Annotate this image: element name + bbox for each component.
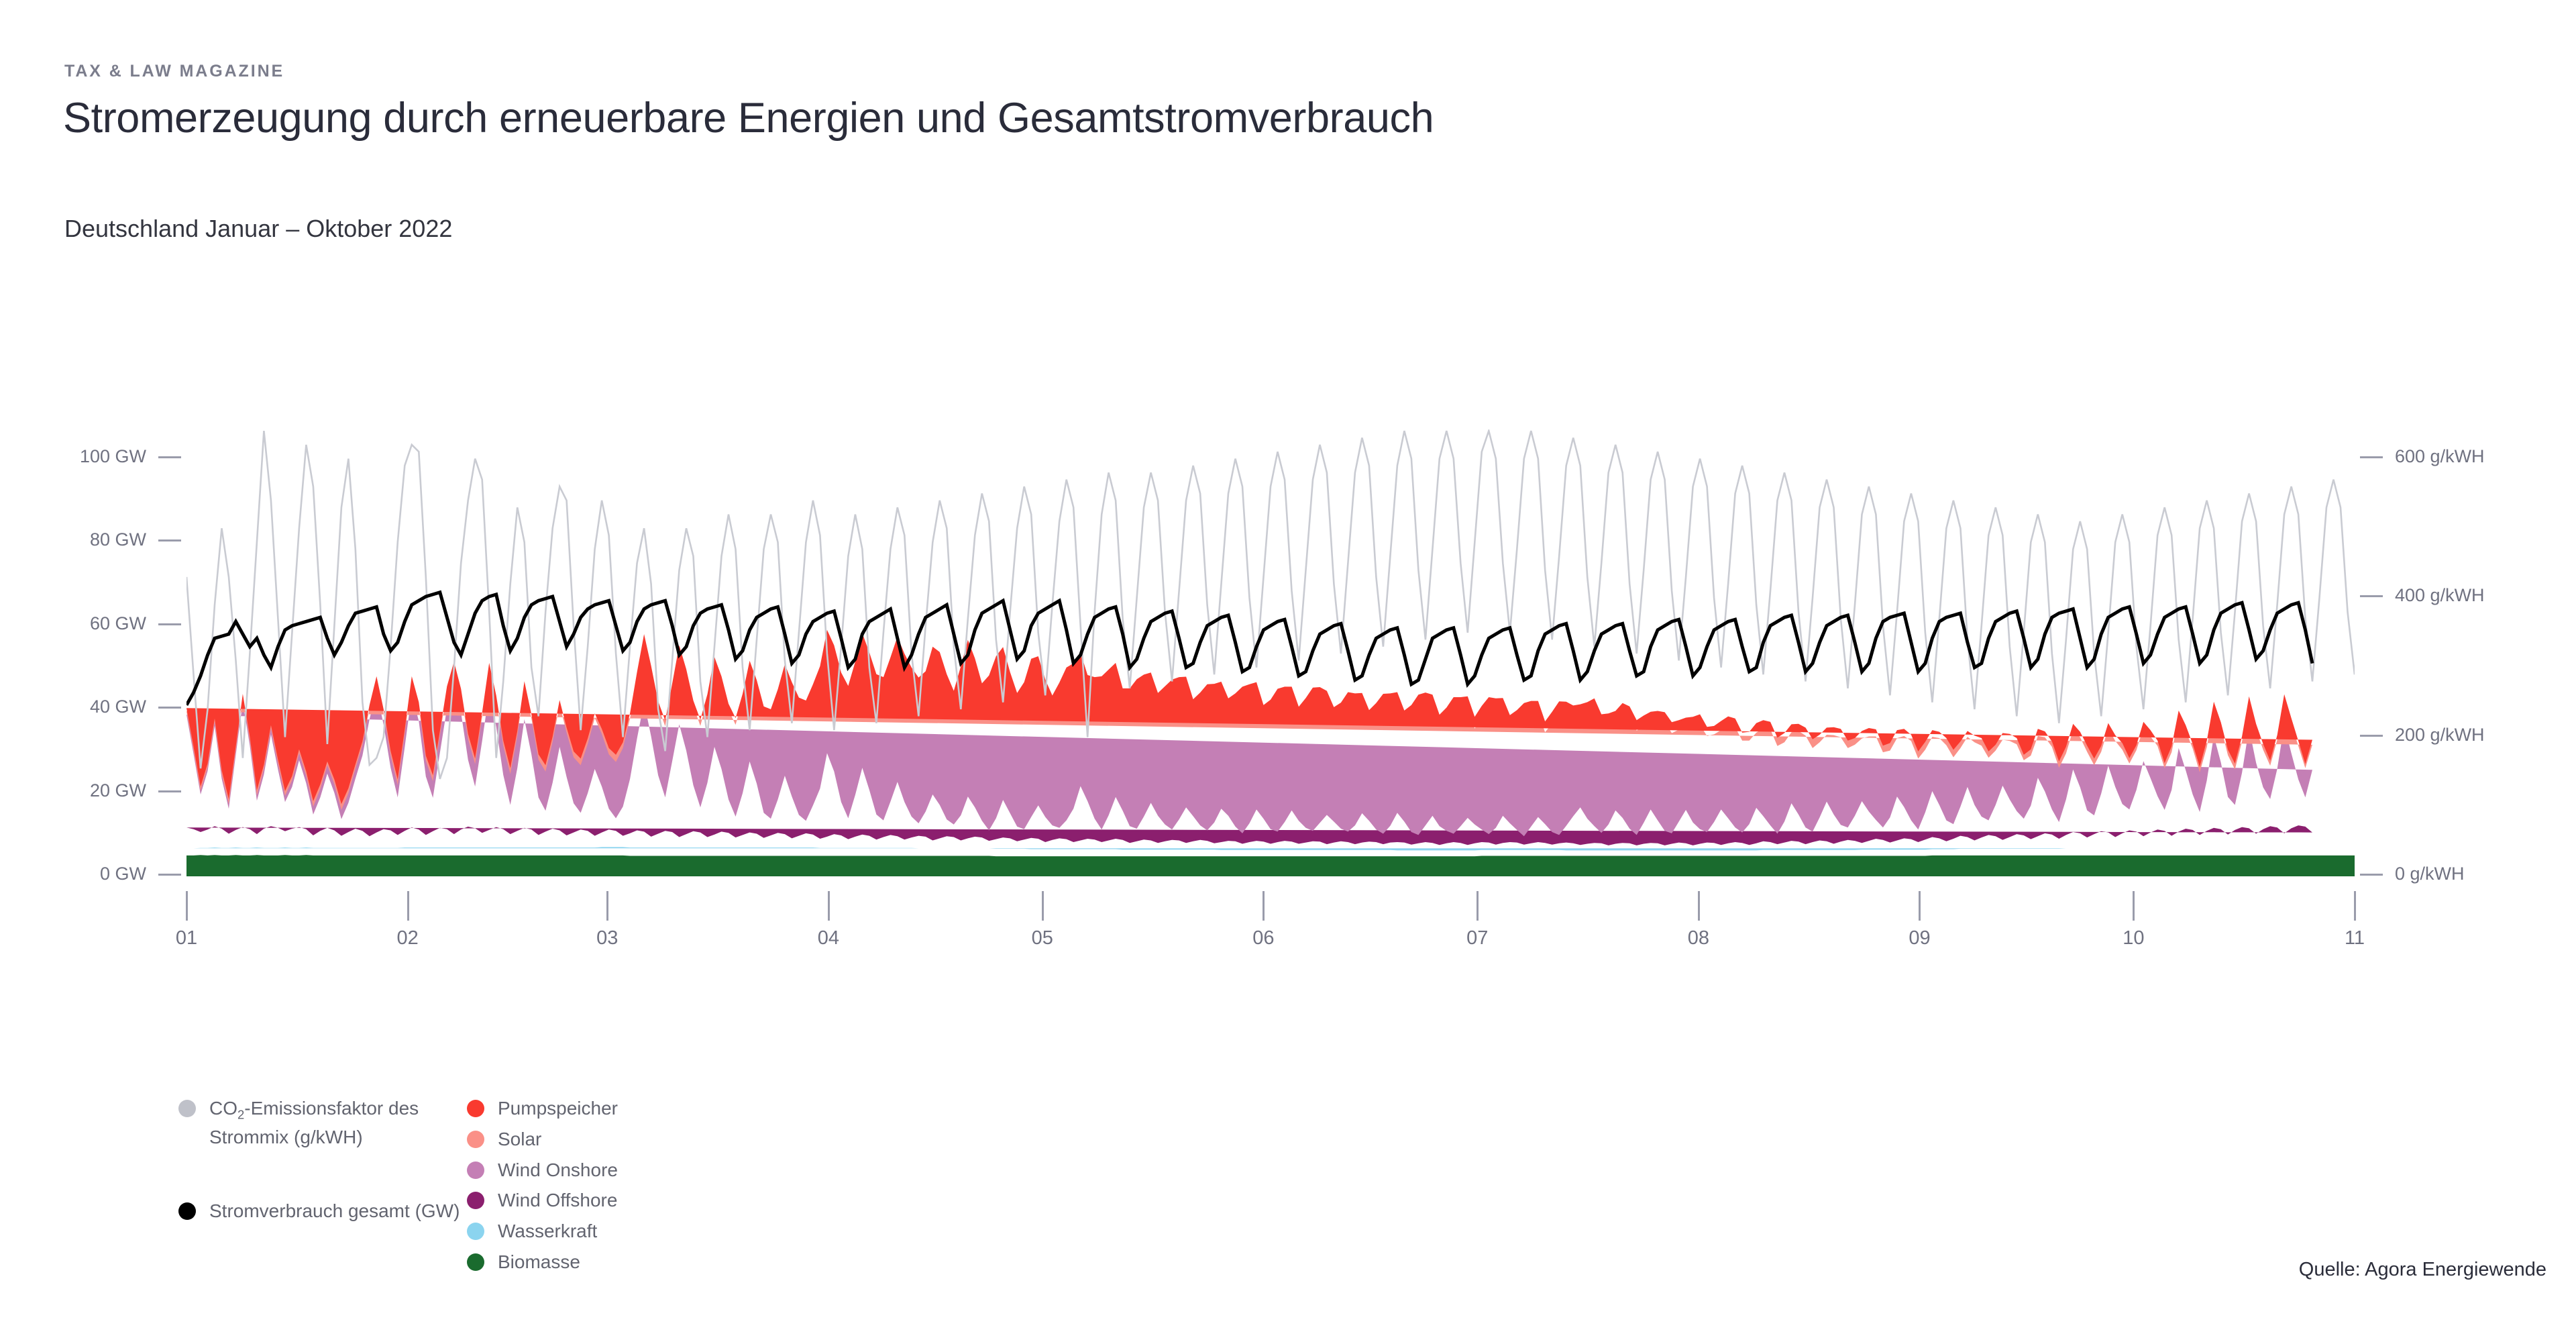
legend-label-biomasse: Biomasse (498, 1251, 580, 1272)
right-axis-tick: 600 g/kWH (2360, 446, 2485, 467)
x-axis-tick-label: 02 (396, 927, 419, 949)
legend-label-wasserkraft: Wasserkraft (498, 1221, 598, 1241)
area-wasserkraft (186, 847, 2334, 851)
left-axis-tick: 40 GW (0, 696, 181, 717)
left-axis-tick: 0 GW (0, 864, 181, 884)
legend-label-solar: Solar (498, 1128, 542, 1149)
x-axis-tick-label: 01 (175, 927, 198, 949)
tick-dash (2360, 874, 2383, 876)
legend-label-wind_onshore: Wind Onshore (498, 1159, 618, 1180)
x-axis-tick-label: 03 (596, 927, 619, 949)
left-axis-tick: 80 GW (0, 529, 181, 550)
left-axis-tick: 60 GW (0, 613, 181, 634)
x-axis-tick-mark (186, 891, 188, 921)
legend-column-lines: CO2-Emissionsfaktor des Strommix (g/kWH)… (178, 1095, 460, 1228)
right-axis-tick-label: 200 g/kWH (2395, 724, 2485, 745)
tick-dash (158, 874, 181, 876)
x-axis-tick-mark (2133, 891, 2135, 921)
tick-dash (2360, 595, 2383, 598)
right-axis-tick: 200 g/kWH (2360, 725, 2485, 745)
x-axis-tick-label: 10 (2123, 927, 2145, 949)
x-axis-tick-label: 06 (1252, 927, 1275, 949)
tick-dash (158, 790, 181, 792)
legend-swatch-solar-icon (467, 1130, 484, 1148)
right-axis-tick: 0 g/kWH (2360, 864, 2465, 884)
tick-dash (158, 623, 181, 625)
left-axis-tick-label: 0 GW (99, 864, 146, 884)
legend-column-areas: Pumpspeicher Solar Wind Onshore Wind Offsho… (467, 1095, 843, 1280)
tick-dash (158, 539, 181, 542)
x-axis-tick-mark (407, 891, 409, 921)
x-axis-tick-mark (1919, 891, 1921, 921)
x-axis-tick-mark (827, 891, 830, 921)
left-axis-tick-label: 80 GW (89, 529, 146, 550)
legend-item-verbrauch[interactable]: Stromverbrauch gesamt (GW) (178, 1198, 460, 1225)
legend-swatch-co2-icon (178, 1100, 196, 1117)
x-axis-tick-label: 11 (2344, 927, 2365, 949)
x-axis-tick-mark (1697, 891, 1700, 921)
legend-swatch-wind_onshore-icon (467, 1161, 484, 1179)
legend-swatch-wind_offshore-icon (467, 1192, 484, 1210)
legend-item-wind_onshore[interactable]: Wind Onshore (467, 1157, 843, 1184)
left-axis-tick: 100 GW (0, 446, 181, 467)
x-axis-tick-mark (1263, 891, 1265, 921)
magazine-kicker: TAX & LAW MAGAZINE (64, 62, 285, 81)
tick-dash (158, 456, 181, 458)
legend-label-wind_offshore: Wind Offshore (498, 1190, 618, 1211)
x-axis-tick-label: 08 (1687, 927, 1710, 949)
x-axis-tick-label: 05 (1031, 927, 1053, 949)
page-title: Stromerzeugung durch erneuerbare Energie… (63, 95, 1434, 142)
legend-swatch-wasserkraft-icon (467, 1223, 484, 1240)
legend-swatch-biomasse-icon (467, 1253, 484, 1271)
x-axis-tick-label: 09 (1909, 927, 1931, 949)
x-axis-tick-mark (1041, 891, 1044, 921)
area-wind_offshore (186, 825, 2312, 845)
left-axis-tick-label: 20 GW (89, 780, 146, 801)
tick-dash (2360, 456, 2383, 458)
source-attribution: Quelle: Agora Energiewende (2298, 1259, 2546, 1280)
legend-item-co2[interactable]: CO2-Emissionsfaktor des Strommix (g/kWH) (178, 1095, 460, 1151)
tick-dash (2360, 734, 2383, 737)
right-axis-tick-label: 600 g/kWH (2395, 446, 2485, 466)
legend-item-solar[interactable]: Solar (467, 1126, 843, 1153)
tick-dash (158, 707, 181, 709)
x-axis-tick-label: 07 (1466, 927, 1489, 949)
left-axis-tick-label: 60 GW (89, 613, 146, 633)
legend-swatch-verbrauch-icon (178, 1202, 196, 1220)
legend-label-pumpspeicher: Pumpspeicher (498, 1098, 618, 1119)
legend-label-verbrauch: Stromverbrauch gesamt (GW) (209, 1200, 460, 1221)
x-axis-tick-mark (1477, 891, 1479, 921)
left-axis-tick: 20 GW (0, 780, 181, 801)
legend-item-biomasse[interactable]: Biomasse (467, 1249, 843, 1276)
x-axis-tick-label: 04 (817, 927, 839, 949)
page-subtitle: Deutschland Januar – Oktober 2022 (64, 215, 453, 242)
area-biomasse (186, 855, 2355, 876)
legend-label-co2: CO2-Emissionsfaktor des Strommix (g/kWH) (209, 1098, 419, 1147)
legend-item-wasserkraft[interactable]: Wasserkraft (467, 1218, 843, 1245)
right-axis-tick: 400 g/kWH (2360, 585, 2485, 606)
x-axis-tick-mark (2354, 891, 2356, 921)
chart-plot-area (186, 429, 2355, 876)
stacked-area-chart (186, 429, 2355, 876)
left-axis-tick-label: 100 GW (79, 446, 146, 466)
right-axis-tick-label: 0 g/kWH (2395, 864, 2465, 884)
legend-swatch-pumpspeicher-icon (467, 1100, 484, 1117)
legend-item-pumpspeicher[interactable]: Pumpspeicher (467, 1095, 843, 1122)
right-axis-tick-label: 400 g/kWH (2395, 585, 2485, 606)
legend-item-wind_offshore[interactable]: Wind Offshore (467, 1187, 843, 1214)
x-axis-tick-mark (606, 891, 609, 921)
left-axis-tick-label: 40 GW (89, 696, 146, 717)
